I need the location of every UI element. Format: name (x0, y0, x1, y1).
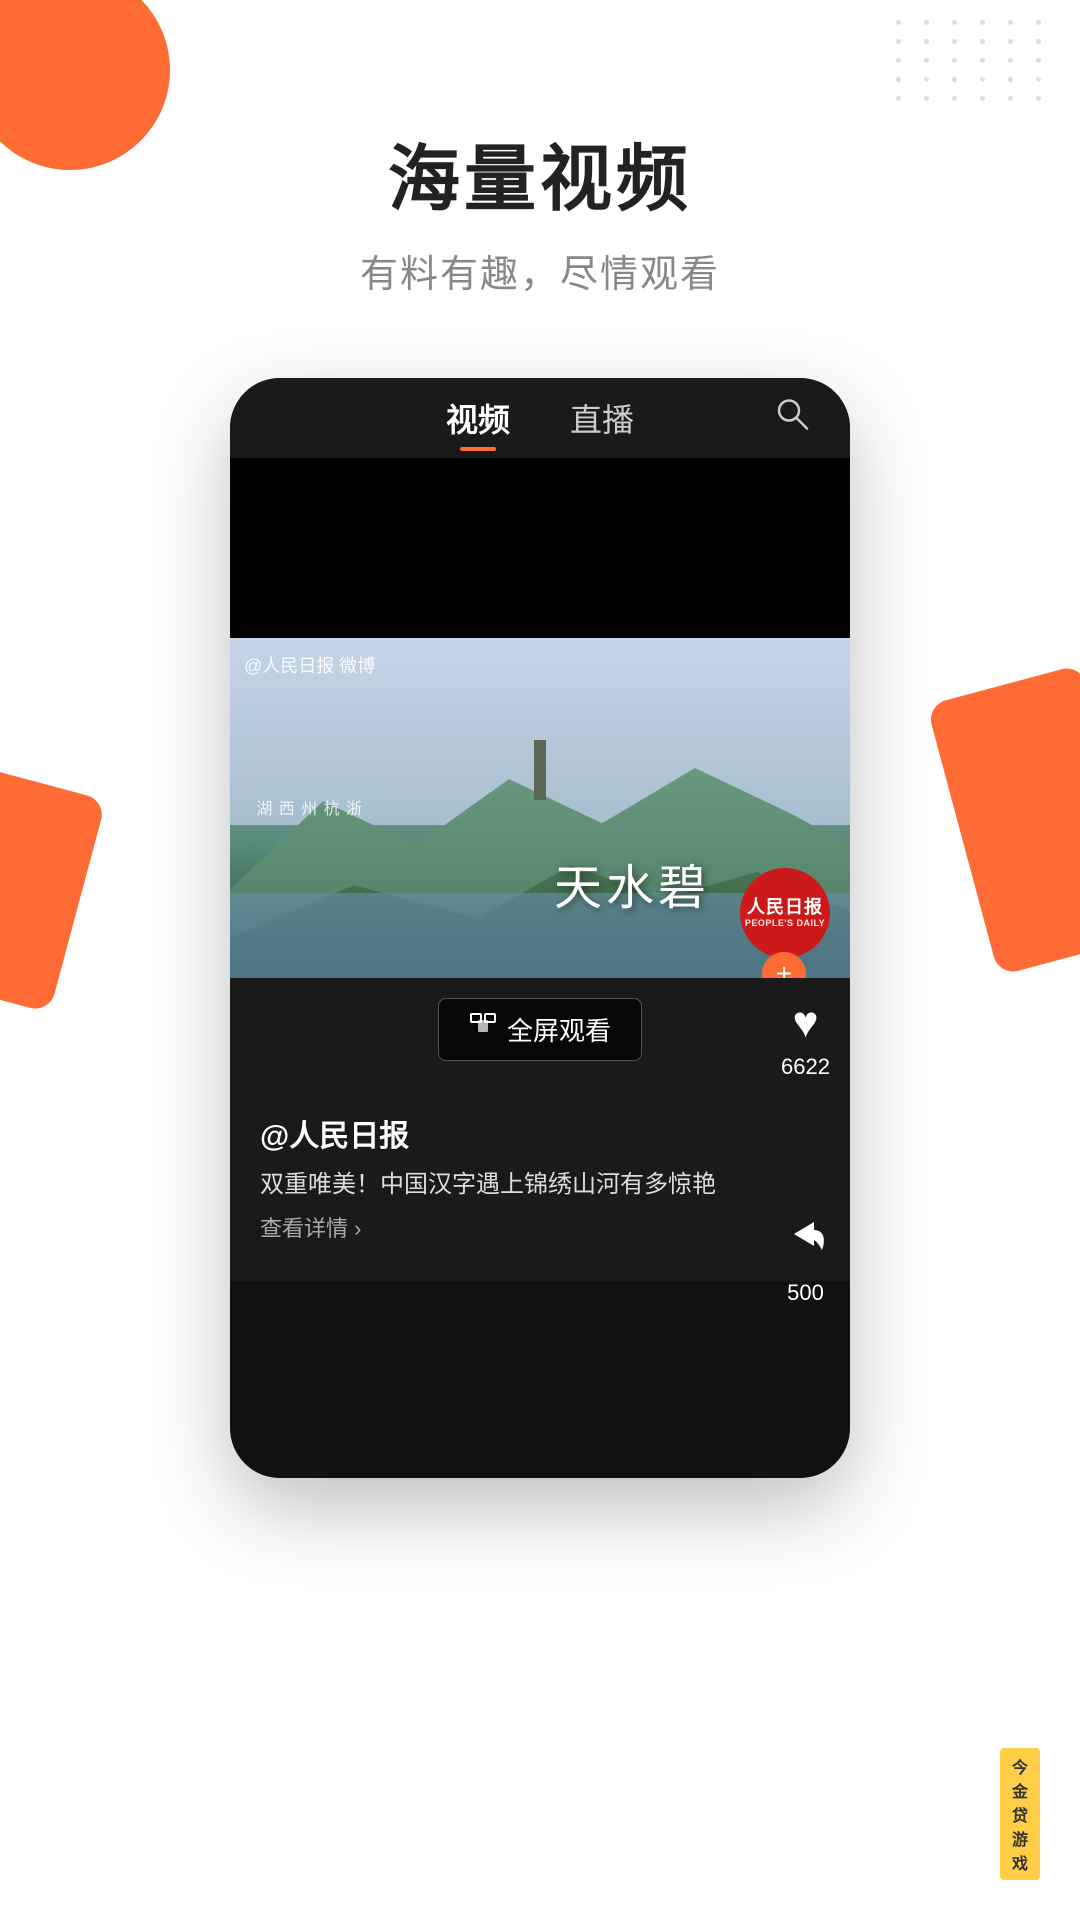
peoples-daily-en-text: PEOPLE'S DAILY (745, 918, 825, 929)
phone-mockup-wrapper: 视频 直播 (0, 378, 1080, 1478)
video-bottom-info: @人民日报 双重唯美！中国汉字遇上锦绣山河有多惊艳 查看详情 › (230, 1081, 850, 1281)
video-top-black-area (230, 458, 850, 638)
comment-count: 500 (787, 1280, 824, 1306)
phone-nav-bar: 视频 直播 (230, 378, 850, 458)
page-sub-title: 有料有趣，尽情观看 (0, 243, 1080, 298)
video-controls-bar: 全屏观看 (230, 978, 850, 1081)
page-main-title: 海量视频 (0, 120, 1080, 225)
watermark-label: 今金贷游戏 (1000, 1748, 1040, 1880)
fullscreen-icon (469, 1012, 497, 1047)
like-action[interactable]: ♥ 6622 (781, 998, 830, 1080)
video-description: 双重唯美！中国汉字遇上锦绣山河有多惊艳 (260, 1167, 820, 1203)
video-calligraphy-text: 天水碧 (554, 848, 710, 918)
video-author: @人民日报 (260, 1111, 820, 1155)
video-pagoda (534, 740, 546, 800)
tab-video[interactable]: 视频 (446, 395, 510, 441)
peoples-daily-cn-text: 人民日报 (747, 897, 823, 919)
share-action[interactable] (786, 1212, 830, 1261)
read-more-link[interactable]: 查看详情 › (260, 1211, 361, 1243)
video-side-text: 浙杭州西湖 (250, 800, 362, 816)
fullscreen-button[interactable]: 全屏观看 (438, 998, 642, 1061)
video-source-label: @人民日报 微博 (244, 652, 375, 678)
phone-tabs: 视频 直播 (446, 395, 634, 441)
search-icon[interactable] (774, 396, 810, 441)
peoples-daily-logo[interactable]: 人民日报 PEOPLE'S DAILY (740, 868, 830, 958)
video-controls-section: 全屏观看 ♥ 6622 ★ 662 (230, 978, 850, 1281)
like-count: 6622 (781, 1054, 830, 1080)
tab-live[interactable]: 直播 (570, 395, 634, 441)
video-thumbnail[interactable]: @人民日报 微博 浙杭州西湖 天水碧 人民日报 PEOPLE'S DAILY + (230, 638, 850, 978)
phone-mockup: 视频 直播 (230, 378, 850, 1478)
video-content-area: @人民日报 微博 浙杭州西湖 天水碧 人民日报 PEOPLE'S DAILY + (230, 638, 850, 1281)
tab-active-indicator (460, 447, 496, 451)
like-icon: ♥ (792, 998, 818, 1048)
fullscreen-label: 全屏观看 (507, 1011, 611, 1048)
header-section: 海量视频 有料有趣，尽情观看 (0, 0, 1080, 298)
